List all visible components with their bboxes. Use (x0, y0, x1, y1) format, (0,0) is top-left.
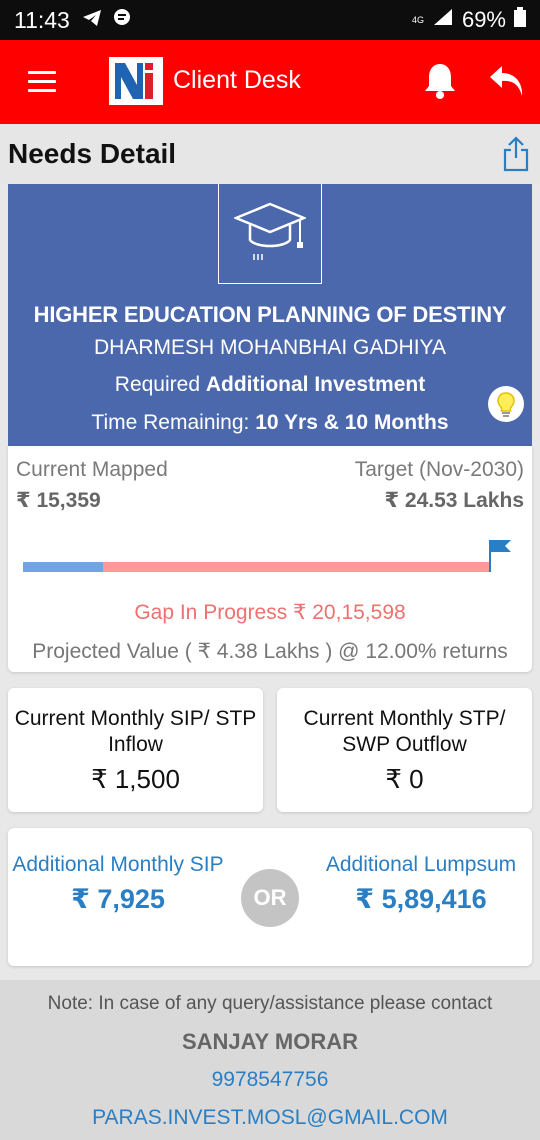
client-name: DHARMESH MOHANBHAI GADHIYA (94, 336, 446, 359)
additional-investment-card: Additional Monthly SIP ₹ 7,925 OR Additi… (8, 828, 532, 966)
status-right: 4G 69% (412, 7, 526, 33)
battery-percent: 69% (461, 7, 506, 32)
additional-sip: Additional Monthly SIP ₹ 7,925 (8, 852, 228, 915)
current-stp-card: Current Monthly STP/ SWP Outflow ₹ 0 (277, 688, 532, 812)
goal-banner: HIGHER EDUCATION PLANNING OF DESTINY DHA… (8, 184, 532, 446)
target-label: Target (Nov-2030) (354, 458, 524, 481)
current-sip-label: Current Monthly SIP/ STP Inflow (14, 707, 257, 756)
contact-email-link[interactable]: PARAS.INVEST.MOSL@GMAIL.COM (0, 1106, 540, 1130)
gap-in-progress: Gap In Progress ₹ 20,15,598 (134, 601, 406, 624)
additional-lumpsum-value: ₹ 5,89,416 (355, 884, 487, 914)
additional-sip-label: Additional Monthly SIP (12, 853, 224, 876)
required-line: Required Additional Investment (8, 373, 532, 397)
contact-name: SANJAY MORAR (181, 1029, 359, 1054)
current-stp-label: Current Monthly STP/ SWP Outflow (303, 707, 506, 756)
graduation-cap-icon (232, 198, 308, 269)
share-icon[interactable] (503, 136, 529, 177)
required-value: Additional Investment (205, 373, 426, 396)
status-time: 11:43 (14, 6, 70, 33)
menu-icon[interactable] (28, 71, 56, 93)
app-logo (109, 57, 163, 105)
goal-icon-box (218, 184, 322, 284)
signal-icon (432, 7, 454, 33)
or-badge: OR (241, 869, 299, 927)
goal-title: HIGHER EDUCATION PLANNING OF DESTINY (33, 302, 507, 327)
chat-icon (112, 7, 132, 33)
network-type: 4G (411, 15, 424, 25)
progress-card: Current Mapped Target (Nov-2030) ₹ 15,35… (8, 446, 532, 672)
target-flag-icon (489, 538, 513, 579)
time-remaining-prefix: Time Remaining: (91, 411, 250, 434)
current-mapped-value: ₹ 15,359 (16, 489, 101, 512)
additional-lumpsum: Additional Lumpsum ₹ 5,89,416 (311, 852, 531, 915)
target-value: ₹ 24.53 Lakhs (384, 489, 524, 512)
progress-bar (23, 562, 491, 572)
current-mapped-label: Current Mapped (16, 458, 168, 481)
page-title: Needs Detail (8, 138, 177, 169)
time-remaining-line: Time Remaining: 10 Yrs & 10 Months (8, 411, 532, 435)
page-header: Needs Detail (0, 124, 540, 184)
status-bar: 11:43 4G 69% (0, 0, 540, 40)
app-bar: Client Desk (0, 40, 540, 124)
battery-icon (514, 7, 526, 33)
contact-note: Note: In case of any query/assistance pl… (47, 993, 493, 1014)
notification-bell-icon[interactable] (422, 62, 458, 105)
current-stp-value: ₹ 0 (385, 764, 424, 794)
telegram-icon (82, 7, 102, 33)
contact-footer: Note: In case of any query/assistance pl… (0, 980, 540, 1140)
contact-phone-link[interactable]: 9978547756 (0, 1068, 540, 1092)
time-remaining-value: 10 Yrs & 10 Months (255, 411, 449, 434)
back-arrow-icon[interactable] (488, 64, 526, 105)
required-prefix: Required (114, 373, 201, 396)
additional-sip-value: ₹ 7,925 (71, 884, 165, 914)
projected-value: Projected Value ( ₹ 4.38 Lakhs ) @ 12.00… (32, 640, 508, 663)
current-sip-card: Current Monthly SIP/ STP Inflow ₹ 1,500 (8, 688, 263, 812)
current-sip-value: ₹ 1,500 (91, 764, 180, 794)
additional-lumpsum-label: Additional Lumpsum (325, 853, 517, 876)
lightbulb-icon[interactable] (488, 386, 524, 422)
progress-bar-fill (23, 562, 103, 572)
app-title: Client Desk (173, 66, 301, 94)
